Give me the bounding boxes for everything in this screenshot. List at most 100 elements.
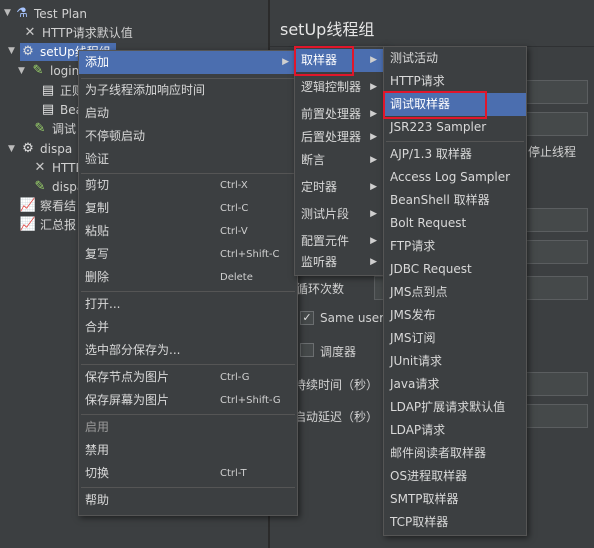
- tree-node-dispatch[interactable]: ✎ dispa: [32, 178, 85, 196]
- pen-icon: ✎: [34, 121, 46, 136]
- submenu-arrow-icon: ▶: [370, 109, 377, 119]
- menu-item-start-no-pauses[interactable]: 不停顿启动: [79, 125, 297, 148]
- sampler-item-bolt[interactable]: Bolt Request: [384, 212, 526, 235]
- threads-field[interactable]: [520, 208, 588, 232]
- sampler-item-beanshell[interactable]: BeanShell 取样器: [384, 189, 526, 212]
- sampler-item-java[interactable]: Java请求: [384, 373, 526, 396]
- duration-field[interactable]: [520, 372, 588, 396]
- tree-node-beanshell[interactable]: ▤ Bea: [40, 101, 83, 119]
- sampler-item-tcp[interactable]: TCP取样器: [384, 511, 526, 534]
- submenu-arrow-icon: ▶: [370, 182, 377, 192]
- menu-separator: [81, 364, 295, 365]
- sampler-item-ftp[interactable]: FTP请求: [384, 235, 526, 258]
- menu-item-copy[interactable]: 复制 Ctrl-C: [79, 197, 297, 220]
- submenu-item-assertion[interactable]: 断言 ▶: [295, 149, 385, 172]
- menu-item-open[interactable]: 打开...: [79, 293, 297, 316]
- submenu-item-pre-processor[interactable]: 前置处理器 ▶: [295, 103, 385, 126]
- tree-node-http-defaults[interactable]: ✕ HTTP请求默认值: [22, 24, 133, 42]
- menu-separator: [81, 487, 295, 488]
- submenu-item-test-fragment[interactable]: 测试片段 ▶: [295, 203, 385, 226]
- menu-item-delete[interactable]: 删除 Delete: [79, 266, 297, 289]
- submenu-arrow-icon: ▶: [370, 155, 377, 165]
- menu-item-start[interactable]: 启动: [79, 102, 297, 125]
- menu-item-enable[interactable]: 启用: [79, 416, 297, 439]
- sampler-item-ldap[interactable]: LDAP请求: [384, 419, 526, 442]
- tree-node-label: 调试: [52, 122, 77, 136]
- tree-node-label: 察看结: [40, 199, 77, 213]
- sampler-item-ajp[interactable]: AJP/1.3 取样器: [384, 143, 526, 166]
- add-submenu: 取样器 ▶ 逻辑控制器 ▶ 前置处理器 ▶ 后置处理器 ▶ 断言 ▶ 定时器 ▶ 测试片段 ▶…: [294, 46, 386, 276]
- menu-item-add-think-times[interactable]: 为子线程添加响应时间: [79, 79, 297, 102]
- chart-icon: 📈: [19, 217, 37, 232]
- menu-separator: [81, 291, 295, 292]
- menu-item-save-node-image[interactable]: 保存节点为图片 Ctrl-G: [79, 366, 297, 389]
- submenu-arrow-icon: ▶: [370, 55, 377, 65]
- submenu-item-logic-controller[interactable]: 逻辑控制器 ▶: [295, 76, 385, 99]
- menu-item-add[interactable]: 添加 ▶: [79, 51, 297, 74]
- same-user-checkbox[interactable]: ✓: [300, 311, 314, 325]
- sampler-item-os-process[interactable]: OS进程取样器: [384, 465, 526, 488]
- submenu-item-listener[interactable]: 监听器 ▶: [295, 251, 385, 274]
- scheduler-label: 调度器: [320, 345, 357, 359]
- menu-item-disable[interactable]: 禁用: [79, 439, 297, 462]
- flask-icon: ⚗: [16, 6, 28, 21]
- sampler-item-junit[interactable]: JUnit请求: [384, 350, 526, 373]
- menu-separator: [81, 414, 295, 415]
- expand-arrow-icon[interactable]: ▼: [4, 8, 14, 18]
- submenu-item-config-element[interactable]: 配置元件 ▶: [295, 230, 385, 253]
- controller-icon: ✎: [32, 63, 44, 78]
- duration-label: 持续时间（秒）: [294, 378, 379, 392]
- wrench-icon: ✕: [34, 160, 46, 175]
- stop-thread-option[interactable]: 停止线程: [528, 143, 576, 160]
- sampler-item-test-action[interactable]: 测试活动: [384, 47, 526, 70]
- ramp-up-field[interactable]: [520, 240, 588, 264]
- tree-node-test-plan[interactable]: ⚗ Test Plan: [14, 5, 87, 23]
- menu-item-save-screen-image[interactable]: 保存屏幕为图片 Ctrl+Shift-G: [79, 389, 297, 412]
- sampler-item-jms-publisher[interactable]: JMS发布: [384, 304, 526, 327]
- annotation-box-sampler: [294, 46, 354, 76]
- submenu-arrow-icon: ▶: [370, 132, 377, 142]
- expand-arrow-icon[interactable]: ▼: [18, 66, 28, 76]
- expand-arrow-icon[interactable]: ▼: [8, 46, 18, 56]
- context-menu: 添加 ▶ 为子线程添加响应时间 启动 不停顿启动 验证 剪切 Ctrl-X 复制 C…: [78, 50, 298, 516]
- sampler-item-http-request[interactable]: HTTP请求: [384, 70, 526, 93]
- menu-item-toggle[interactable]: 切换 Ctrl-T: [79, 462, 297, 485]
- sampler-item-jsr223[interactable]: JSR223 Sampler: [384, 116, 526, 139]
- expand-arrow-icon[interactable]: ▼: [8, 144, 18, 154]
- menu-item-cut[interactable]: 剪切 Ctrl-X: [79, 174, 297, 197]
- menu-item-save-selection-as[interactable]: 选中部分保存为...: [79, 339, 297, 362]
- sampler-item-ldap-ext[interactable]: LDAP扩展请求默认值: [384, 396, 526, 419]
- startup-delay-field[interactable]: [520, 404, 588, 428]
- pen-icon: ✎: [34, 179, 46, 194]
- tree-node-label: 汇总报: [40, 218, 77, 232]
- submenu-arrow-icon: ▶: [370, 257, 377, 267]
- menu-item-validate[interactable]: 验证: [79, 148, 297, 171]
- menu-item-merge[interactable]: 合并: [79, 316, 297, 339]
- sampler-item-jms-subscriber[interactable]: JMS订阅: [384, 327, 526, 350]
- menu-item-duplicate[interactable]: 复写 Ctrl+Shift-C: [79, 243, 297, 266]
- sampler-item-access-log[interactable]: Access Log Sampler: [384, 166, 526, 189]
- tree-node-http[interactable]: ✕ HTTP: [32, 159, 83, 177]
- tree-node-label: Test Plan: [34, 7, 87, 21]
- scheduler-checkbox[interactable]: [300, 343, 314, 357]
- sampler-item-jdbc[interactable]: JDBC Request: [384, 258, 526, 281]
- menu-item-help[interactable]: 帮助: [79, 489, 297, 512]
- sampler-item-mail-reader[interactable]: 邮件阅读者取样器: [384, 442, 526, 465]
- tree-node-login[interactable]: ✎ login: [30, 62, 80, 80]
- loop-count-label: 循环次数: [296, 282, 345, 296]
- submenu-item-post-processor[interactable]: 后置处理器 ▶: [295, 126, 385, 149]
- menu-item-paste[interactable]: 粘贴 Ctrl-V: [79, 220, 297, 243]
- tree-node-dispatch-group[interactable]: ⚙ dispa: [20, 140, 72, 158]
- submenu-arrow-icon: ▶: [370, 236, 377, 246]
- sampler-item-smtp[interactable]: SMTP取样器: [384, 488, 526, 511]
- sampler-item-jms-p2p[interactable]: JMS点到点: [384, 281, 526, 304]
- gear-icon: ⚙: [22, 44, 34, 59]
- submenu-item-timer[interactable]: 定时器 ▶: [295, 176, 385, 199]
- comment-field[interactable]: [520, 112, 588, 136]
- tree-node-summary-report[interactable]: 📈 汇总报: [20, 216, 76, 234]
- tree-node-debug[interactable]: ✎ 调试: [32, 120, 76, 138]
- submenu-arrow-icon: ▶: [282, 57, 289, 67]
- name-field[interactable]: [520, 80, 588, 104]
- tree-node-view-results[interactable]: 📈 察看结: [20, 197, 76, 215]
- annotation-box-debug-sampler: [383, 91, 487, 119]
